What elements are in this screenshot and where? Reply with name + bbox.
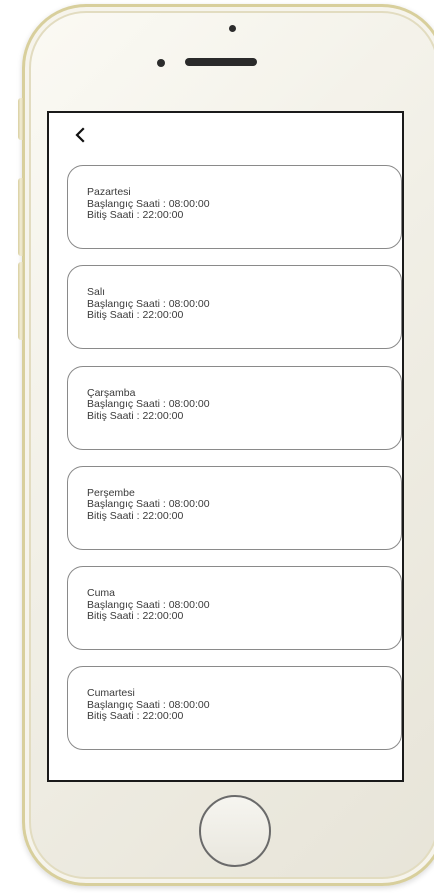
proximity-sensor [229, 25, 236, 32]
day-card-tuesday[interactable]: Salı Başlangıç Saati : 08:00:00 Bitiş Sa… [67, 265, 402, 350]
day-card-friday[interactable]: Cuma Başlangıç Saati : 08:00:00 Bitiş Sa… [67, 566, 402, 651]
front-camera [157, 59, 165, 67]
day-card-monday[interactable]: Pazartesi Başlangıç Saati : 08:00:00 Bit… [67, 165, 402, 249]
chevron-left-icon [75, 127, 85, 143]
end-time: Bitiş Saati : 22:00:00 [87, 710, 184, 723]
end-time: Bitiş Saati : 22:00:00 [87, 209, 184, 221]
day-name: Cuma [87, 587, 116, 600]
day-card-saturday[interactable]: Cumartesi Başlangıç Saati : 08:00:00 Bit… [67, 666, 402, 751]
earpiece-speaker [185, 58, 257, 66]
day-card-wednesday[interactable]: Çarşamba Başlangıç Saati : 08:00:00 Biti… [67, 365, 402, 450]
volume-up-button [18, 178, 24, 256]
back-button[interactable] [69, 123, 93, 147]
day-card-thursday[interactable]: Perşembe Başlangıç Saati : 08:00:00 Biti… [67, 465, 402, 550]
volume-down-button [18, 262, 24, 340]
end-time: Bitiş Saati : 22:00:00 [87, 509, 184, 522]
end-time: Bitiş Saati : 22:00:00 [87, 610, 184, 623]
home-button[interactable] [199, 795, 271, 867]
end-time: Bitiş Saati : 22:00:00 [87, 309, 184, 322]
app-screen: Pazartesi Başlangıç Saati : 08:00:00 Bit… [47, 111, 404, 782]
end-time: Bitiş Saati : 22:00:00 [87, 409, 184, 422]
mute-switch [18, 98, 24, 140]
start-time: Başlangıç Saati : 08:00:00 [87, 398, 210, 411]
working-hours-list: Pazartesi Başlangıç Saati : 08:00:00 Bit… [67, 165, 402, 767]
day-name: Pazartesi [87, 186, 131, 198]
